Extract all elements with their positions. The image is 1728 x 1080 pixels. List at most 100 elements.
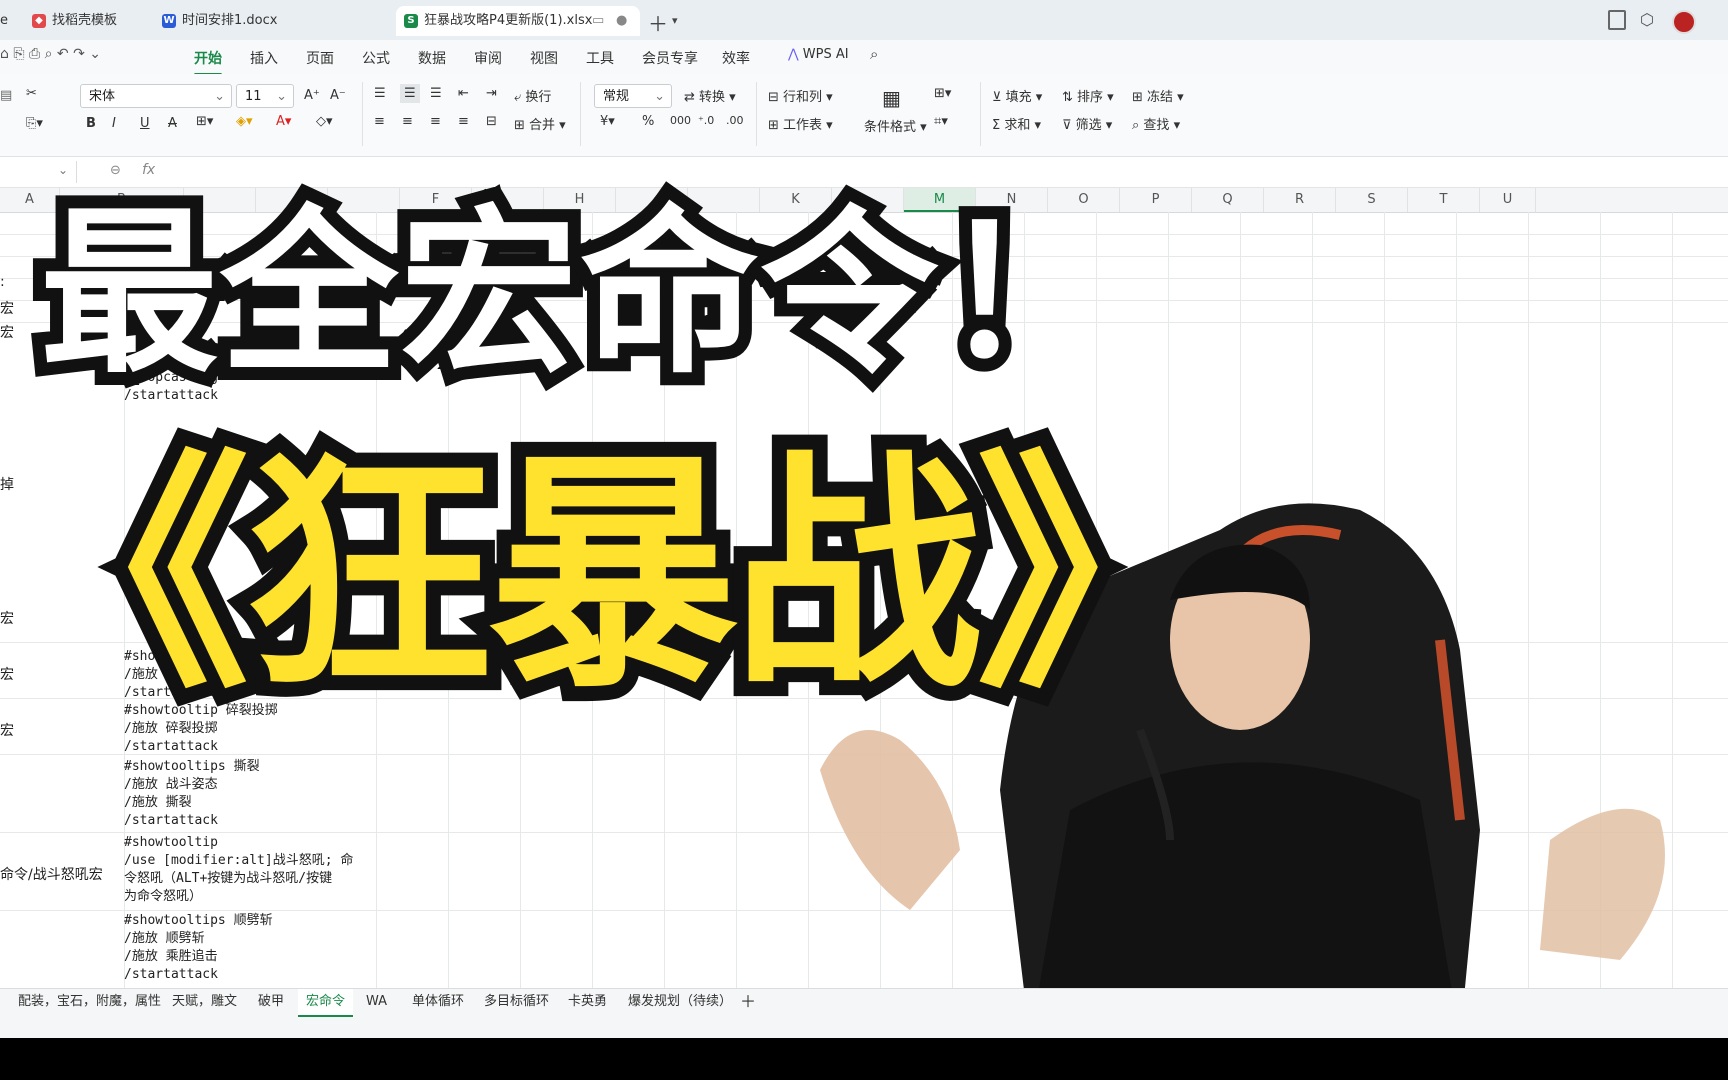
italic-icon[interactable]: I — [112, 116, 116, 131]
menu-page[interactable]: 页面 — [306, 48, 334, 68]
worksheet-icon: ⊞ — [768, 118, 784, 133]
add-sheet-icon[interactable]: ＋ — [740, 989, 756, 1015]
menu-review[interactable]: 审阅 — [474, 48, 502, 68]
menu-tools[interactable]: 工具 — [586, 48, 614, 68]
freeze-button[interactable]: ⊞ 冻结 ▾ — [1132, 86, 1184, 105]
worksheet-button[interactable]: ⊞ 工作表 ▾ — [768, 114, 833, 133]
tab-partial[interactable]: e — [0, 6, 18, 36]
tab-word-doc[interactable]: W 时间安排1.docx — [154, 6, 392, 36]
thousands-icon[interactable]: 000 — [670, 114, 691, 127]
chevron-down-icon[interactable]: ▾ — [672, 14, 678, 27]
tab-active-sheet[interactable]: S 狂暴战攻略P4更新版(1).xlsx ▭ ● — [396, 6, 640, 36]
cube-icon[interactable]: ⬡ — [1640, 10, 1654, 29]
close-dot-icon[interactable]: ● — [616, 6, 627, 36]
rows-cols-button[interactable]: ⊟ 行和列 ▾ — [768, 86, 833, 105]
cell-a[interactable]: 宏 — [0, 298, 14, 318]
sheet-tab[interactable]: 卡英勇 — [568, 989, 607, 1015]
number-format-select[interactable]: 常规 ⌄ — [594, 84, 672, 108]
docer-icon: ◆ — [32, 13, 46, 28]
sum-button[interactable]: Σ 求和 ▾ — [992, 114, 1041, 133]
sheet-tab[interactable]: 爆发规划（待续） — [628, 989, 732, 1015]
column-header-t[interactable]: T — [1408, 188, 1480, 212]
align-top-icon[interactable]: ☰ — [374, 86, 386, 101]
bold-icon[interactable]: B — [86, 116, 96, 131]
align-middle-icon[interactable]: ☰ — [400, 84, 420, 103]
underline-icon[interactable]: U — [140, 116, 150, 131]
sheet-tab[interactable]: 多目标循环 — [484, 989, 549, 1015]
cell-a[interactable]: 命令/战斗怒吼宏 — [0, 864, 103, 884]
sheet-tab-bar: 配装，宝石，附魔，属性 天赋，雕文 破甲 宏命令 WA 单体循环 多目标循环 卡… — [0, 988, 1728, 1039]
font-grow-icon[interactable]: A⁺ — [304, 88, 320, 103]
format-painter-icon[interactable]: ⎘▾ — [26, 116, 43, 131]
column-header-r[interactable]: R — [1264, 188, 1336, 212]
cond-format-button[interactable]: 条件格式 ▾ — [864, 116, 927, 135]
menu-efficiency[interactable]: 效率 — [722, 48, 750, 68]
search-icon[interactable]: ⌕ — [870, 45, 878, 63]
sheet-tab[interactable]: 天赋，雕文 — [172, 989, 237, 1015]
cell-b[interactable]: #showtooltips 顺劈斩 /施放 顺劈斩 /施放 乘胜追击 /star… — [124, 912, 273, 984]
avatar[interactable] — [1672, 10, 1696, 34]
fill-color-icon[interactable]: ◈▾ — [236, 114, 253, 129]
column-header-u[interactable]: U — [1480, 188, 1536, 212]
wps-ai-button[interactable]: ⋀ WPS AI — [788, 47, 849, 62]
indent-decrease-icon[interactable]: ⇤ — [458, 86, 469, 101]
new-tab-icon[interactable]: ＋ — [648, 8, 668, 37]
sheet-tab[interactable]: 破甲 — [258, 989, 284, 1015]
border-icon[interactable]: ⊞▾ — [196, 114, 213, 129]
font-color-icon[interactable]: A▾ — [276, 114, 291, 129]
cell-b[interactable]: #showtooltip /use [modifier:alt]战斗怒吼; 命 … — [124, 834, 353, 906]
window-icon[interactable]: ▭ — [592, 6, 604, 36]
sheet-tab[interactable]: 单体循环 — [412, 989, 464, 1015]
chevron-down-icon: ⌄ — [276, 89, 287, 104]
menu-formula[interactable]: 公式 — [362, 48, 390, 68]
letterbox-bar — [0, 1038, 1728, 1080]
distribute-icon[interactable]: ⊟ — [486, 114, 497, 129]
indent-increase-icon[interactable]: ⇥ — [486, 86, 497, 101]
cell-a[interactable]: 宏 — [0, 322, 14, 342]
font-shrink-icon[interactable]: A⁻ — [330, 88, 346, 103]
align-right-icon[interactable]: ≡ — [430, 114, 441, 129]
cell-a[interactable]: : — [0, 274, 5, 290]
fill-button[interactable]: ⊻ 填充 ▾ — [992, 86, 1042, 105]
cell-icon[interactable]: ⌗▾ — [934, 114, 948, 129]
decimal-increase-icon[interactable]: ⁺.0 — [698, 114, 714, 127]
rows-cols-icon: ⊟ — [768, 90, 784, 105]
currency-icon[interactable]: ¥▾ — [600, 114, 615, 129]
font-size-select[interactable]: 11 ⌄ — [236, 84, 294, 108]
column-header-p[interactable]: P — [1120, 188, 1192, 212]
percent-icon[interactable]: % — [642, 114, 654, 129]
sort-button[interactable]: ⇅ 排序 ▾ — [1062, 86, 1114, 105]
align-bottom-icon[interactable]: ☰ — [430, 86, 442, 101]
cond-format-icon[interactable]: ▦ — [882, 86, 901, 110]
align-center-icon[interactable]: ≡ — [402, 114, 413, 129]
menu-data[interactable]: 数据 — [418, 48, 446, 68]
sheet-tab[interactable]: 配装，宝石，附魔，属性 — [18, 989, 161, 1015]
menu-member[interactable]: 会员专享 — [642, 48, 698, 68]
convert-button[interactable]: ⇄ 转换 ▾ — [684, 86, 736, 105]
hand-right — [1540, 808, 1665, 960]
quick-access-icons[interactable]: ⌂ ⎘ ⎙ ⌕ ↶ ↷ ⌄ — [0, 46, 101, 62]
filter-button[interactable]: ⊽ 筛选 ▾ — [1062, 114, 1112, 133]
find-button[interactable]: ⌕ 查找 ▾ — [1132, 114, 1180, 133]
clear-icon[interactable]: ◇▾ — [316, 114, 333, 129]
justify-icon[interactable]: ≡ — [458, 114, 469, 129]
align-left-icon[interactable]: ≡ — [374, 114, 385, 129]
table-style-icon[interactable]: ⊞▾ — [934, 86, 951, 101]
paste-icon[interactable]: ▤ — [0, 88, 12, 103]
tab-docer[interactable]: ◆ 找稻壳模板 — [24, 6, 148, 36]
font-name-select[interactable]: 宋体 ⌄ — [80, 84, 232, 108]
cut-icon[interactable]: ✂ — [26, 86, 37, 101]
sheet-tab-active[interactable]: 宏命令 — [298, 989, 354, 1017]
menu-insert[interactable]: 插入 — [250, 48, 278, 68]
cell-b[interactable]: #showtooltips 撕裂 /施放 战斗姿态 /施放 撕裂 /starta… — [124, 758, 260, 830]
column-header-q[interactable]: Q — [1192, 188, 1264, 212]
sidebar-icon[interactable] — [1608, 10, 1626, 30]
column-header-s[interactable]: S — [1336, 188, 1408, 212]
menu-home[interactable]: 开始 — [194, 48, 222, 76]
wrap-button[interactable]: ⤶ 换行 — [514, 86, 551, 105]
merge-button[interactable]: ⊞ 合并 ▾ — [514, 114, 566, 133]
menu-view[interactable]: 视图 — [530, 48, 558, 68]
decimal-decrease-icon[interactable]: .00 — [726, 114, 744, 127]
sheet-tab[interactable]: WA — [366, 989, 387, 1015]
strikethrough-icon[interactable]: A — [168, 116, 177, 131]
